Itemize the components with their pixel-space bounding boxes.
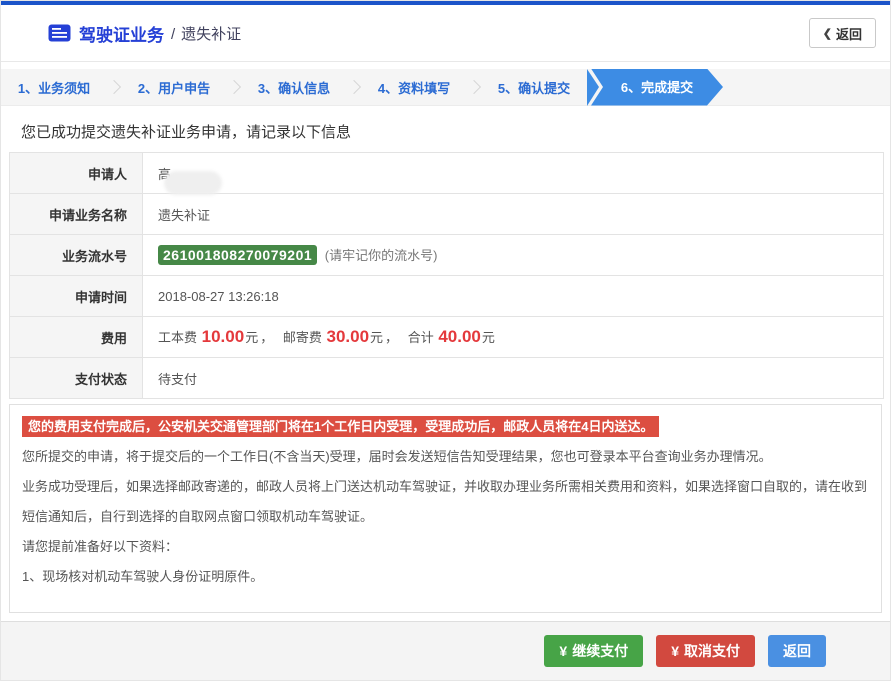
pay-status-label: 支付状态 — [9, 357, 143, 399]
fee-item-amount: 40.00 — [438, 327, 481, 346]
cancel-pay-label: 取消支付 — [684, 643, 740, 659]
notice-paragraph: 您所提交的申请，将于提交后的一个工作日(不含当天)受理，届时会发送短信告知受理结… — [22, 449, 772, 464]
breadcrumb-subtitle: 遗失补证 — [181, 25, 242, 43]
service-label: 申请业务名称 — [9, 193, 143, 235]
page-title: 驾驶证业务 — [79, 25, 164, 45]
warning-banner: 您的费用支付完成后，公安机关交通管理部门将在1个工作日内受理，受理成功后，邮政人… — [22, 416, 660, 437]
fee-item-name: 工本费 — [158, 330, 198, 345]
chevron-right-icon — [226, 79, 242, 95]
applicant-value: 高 — [158, 164, 222, 195]
table-row-apply-time: 申请时间 2018-08-27 13:26:18 — [9, 275, 884, 317]
step-6-complete-submit[interactable]: 6、完成提交 — [591, 69, 723, 106]
table-row-fee: 费用 工本费 10.00元， 邮寄费 30.00元， 合计 40.00元 — [9, 316, 884, 358]
fee-item-amount: 30.00 — [326, 327, 370, 346]
serial-number-badge: 261001808270079201 — [158, 245, 318, 265]
pay-status-value: 待支付 — [142, 357, 884, 399]
breadcrumb-current: / 遗失补证 — [171, 23, 241, 44]
continue-pay-button[interactable]: ¥ 继续支付 — [544, 635, 644, 667]
fee-item-unit: 元 — [245, 330, 259, 345]
breadcrumb-separator: / — [171, 25, 176, 43]
apply-time-label: 申请时间 — [9, 275, 143, 317]
table-row-applicant: 申请人 高 — [9, 152, 884, 195]
step-3-confirm-info[interactable]: 3、确认信息 — [241, 78, 347, 97]
chevron-right-icon — [106, 79, 122, 95]
chevron-right-icon — [466, 79, 482, 95]
apply-time-value: 2018-08-27 13:26:18 — [142, 275, 884, 317]
fee-item-unit: 元 — [481, 330, 495, 345]
table-row-serial: 业务流水号 261001808270079201 (请牢记你的流水号) — [9, 234, 884, 276]
back-button-bottom[interactable]: 返回 — [768, 635, 826, 667]
fee-item-amount: 10.00 — [201, 327, 245, 346]
serial-note: (请牢记你的流水号) — [324, 248, 438, 263]
notice-paragraph: 业务成功受理后，如果选择邮政寄递的，邮政人员将上门送达机动车驾驶证，并收取办理业… — [22, 479, 868, 524]
footer-bar: ¥ 继续支付 ¥ 取消支付 返回 — [1, 621, 890, 680]
serial-label: 业务流水号 — [9, 234, 143, 276]
step-2-user-declaration[interactable]: 2、用户申告 — [121, 78, 227, 97]
fee-value: 工本费 10.00元， 邮寄费 30.00元， 合计 40.00元 — [142, 316, 884, 358]
fee-item-unit: 元 — [370, 330, 384, 345]
chevron-left-icon: ❮ — [822, 27, 832, 40]
redaction-blur — [164, 170, 222, 195]
fee-label: 费用 — [9, 316, 143, 358]
page-header: 驾驶证业务 / 遗失补证 ❮ 返回 — [1, 5, 890, 62]
service-value: 遗失补证 — [142, 193, 884, 235]
continue-pay-label: 继续支付 — [572, 643, 629, 659]
table-row-service-name: 申请业务名称 遗失补证 — [9, 193, 884, 235]
page: 驾驶证业务 / 遗失补证 ❮ 返回 1、业务须知 2、用户申告 3、确认信息 4、… — [0, 0, 891, 681]
back-button-top[interactable]: ❮ 返回 — [808, 18, 876, 48]
fee-item-name: 邮寄费 — [282, 330, 322, 345]
license-service-icon — [48, 24, 71, 42]
applicant-label: 申请人 — [9, 152, 143, 194]
notice-paragraph: 1、现场核对机动车驾驶人身份证明原件。 — [22, 569, 264, 584]
step-5-confirm-submit[interactable]: 5、确认提交 — [481, 78, 587, 97]
step-1-business-notice[interactable]: 1、业务须知 — [1, 78, 107, 97]
fee-separator: ， — [385, 330, 399, 345]
info-table: 申请人 高 申请业务名称 遗失补证 业务流水号 2610018082700792… — [9, 152, 884, 399]
cancel-pay-button[interactable]: ¥ 取消支付 — [656, 635, 755, 667]
step-4-fill-data[interactable]: 4、资料填写 — [361, 78, 467, 97]
steps-bar: 1、业务须知 2、用户申告 3、确认信息 4、资料填写 5、确认提交 6、完成提… — [1, 68, 890, 106]
yen-icon: ¥ — [559, 643, 568, 659]
back-button-top-label: 返回 — [835, 26, 862, 42]
chevron-right-icon — [346, 79, 362, 95]
yen-icon: ¥ — [671, 643, 679, 659]
notice-paragraph: 请您提前准备好以下资料： — [22, 539, 179, 554]
fee-item-name: 合计 — [407, 330, 434, 345]
success-message: 您已成功提交遗失补证业务申请，请记录以下信息 — [21, 124, 352, 141]
notice-box: 您的费用支付完成后，公安机关交通管理部门将在1个工作日内受理，受理成功后，邮政人… — [9, 404, 882, 644]
fee-separator: ， — [260, 330, 274, 345]
back-button-bottom-label: 返回 — [783, 643, 811, 659]
table-row-pay-status: 支付状态 待支付 — [9, 357, 884, 399]
